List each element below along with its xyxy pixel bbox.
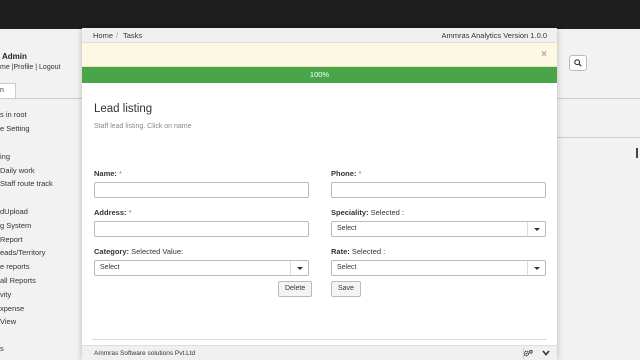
rate-label-text: Rate:	[331, 247, 350, 256]
sidebar-item[interactable]: e reports	[0, 262, 30, 271]
sidebar-item[interactable]: e Setting	[0, 124, 30, 133]
chevron-down-icon	[542, 350, 550, 356]
dropdown-caret-icon	[527, 261, 545, 275]
collapse-button[interactable]	[537, 347, 555, 359]
divider	[557, 137, 640, 138]
delete-button[interactable]: Delete	[278, 281, 313, 297]
speciality-select-value: Select	[337, 225, 357, 232]
page-title: Lead listing	[94, 103, 153, 115]
save-button[interactable]: Save	[331, 281, 361, 297]
speciality-label: Speciality: Selected :	[331, 208, 404, 217]
sidebar-item[interactable]: eads/Territory	[0, 248, 45, 257]
dropdown-caret-icon	[290, 261, 308, 275]
speciality-label-text: Speciality:	[331, 208, 369, 217]
lead-listing-modal: Home / Tasks Ammras Analytics Version 1.…	[82, 28, 557, 360]
sidebar-item[interactable]: all Reports	[0, 276, 36, 285]
phone-label-text: Phone:	[331, 169, 357, 178]
top-bar	[0, 0, 640, 29]
nav-separator: /	[116, 31, 119, 40]
background-tab[interactable]: n	[0, 83, 16, 99]
category-selected-text: Selected Value:	[131, 247, 184, 256]
category-label: Category: Selected Value:	[94, 247, 183, 256]
dropdown-caret-icon	[527, 222, 545, 236]
sidebar-item[interactable]: ing	[0, 152, 10, 161]
speciality-select[interactable]: Select	[331, 221, 546, 237]
user-links[interactable]: me |Profile | Logout	[0, 64, 60, 71]
name-label-text: Name:	[94, 169, 117, 178]
search-button[interactable]	[569, 55, 587, 71]
phone-input[interactable]	[331, 182, 546, 198]
required-marker: *	[358, 169, 362, 178]
app-version: Ammras Analytics Version 1.0.0	[441, 31, 547, 40]
sidebar-item[interactable]: s in root	[0, 110, 27, 119]
address-input[interactable]	[94, 221, 309, 237]
progress-bar: 100%	[82, 67, 557, 83]
sidebar-item[interactable]: Report	[0, 235, 23, 244]
category-select-value: Select	[100, 264, 120, 271]
footer-icon-divider	[523, 348, 524, 359]
modal-nav: Home / Tasks Ammras Analytics Version 1.…	[82, 28, 557, 43]
speciality-selected-text: Selected :	[370, 208, 404, 217]
sidebar-item[interactable]: xpense	[0, 304, 24, 313]
address-label: Address: *	[94, 208, 132, 217]
cursor-mark	[636, 148, 638, 158]
sidebar-item[interactable]: g System	[0, 221, 31, 230]
nav-home-link[interactable]: Home	[93, 31, 113, 40]
alert-banner: ×	[82, 43, 557, 67]
rate-select-value: Select	[337, 264, 357, 271]
search-icon	[574, 59, 582, 67]
address-label-text: Address:	[94, 208, 127, 217]
name-label: Name: *	[94, 169, 122, 178]
rate-selected-text: Selected :	[351, 247, 386, 256]
phone-label: Phone: *	[331, 169, 361, 178]
sidebar-item[interactable]: vity	[0, 290, 11, 299]
page-subtitle: Staff lead listing. Click on name	[94, 123, 192, 130]
gears-icon	[523, 349, 533, 356]
user-name: Admin	[2, 52, 27, 61]
settings-button[interactable]	[519, 347, 537, 359]
sidebar-item[interactable]: Daily work	[0, 166, 35, 175]
sidebar-item[interactable]: Staff route track	[0, 179, 53, 188]
sidebar-item[interactable]: dUpload	[0, 207, 28, 216]
required-marker: *	[119, 169, 122, 178]
category-select[interactable]: Select	[94, 260, 309, 276]
close-icon[interactable]: ×	[541, 49, 547, 60]
company-name: Ammras Software solutions Pvt.Ltd	[94, 350, 196, 357]
sidebar-item[interactable]: View	[0, 317, 16, 326]
nav-tasks-link[interactable]: Tasks	[123, 31, 142, 40]
rate-select[interactable]: Select	[331, 260, 546, 276]
footer-divider	[92, 339, 547, 340]
sidebar-item[interactable]: s	[0, 344, 4, 353]
name-input[interactable]	[94, 182, 309, 198]
modal-footer: Ammras Software solutions Pvt.Ltd	[82, 345, 557, 360]
rate-label: Rate: Selected :	[331, 247, 385, 256]
category-label-text: Category:	[94, 247, 130, 256]
required-marker: *	[128, 208, 132, 217]
